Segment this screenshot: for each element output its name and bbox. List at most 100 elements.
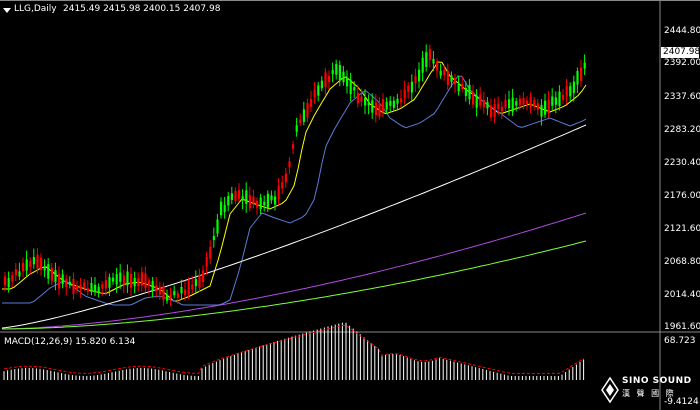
candlestick <box>565 78 568 105</box>
candlestick <box>342 65 345 86</box>
candlestick <box>310 90 313 113</box>
candle-body <box>396 98 399 104</box>
candlestick <box>418 62 421 89</box>
candle-body <box>86 288 89 292</box>
candle-body <box>428 48 431 60</box>
candle-body <box>137 278 140 287</box>
candle-body <box>266 193 269 209</box>
candlestick <box>22 257 25 278</box>
candlestick <box>281 175 284 194</box>
candle-body <box>569 86 572 97</box>
price-axis-label: 2014.40 <box>664 290 700 300</box>
candle-body <box>43 266 46 271</box>
candle-body <box>392 100 395 108</box>
candlestick <box>248 186 251 212</box>
symbol-dropdown-icon[interactable] <box>3 8 11 13</box>
candle-body <box>32 257 35 265</box>
price-axis-label: 2337.60 <box>664 92 700 102</box>
candlestick <box>576 67 579 94</box>
candle-body <box>529 96 532 108</box>
candlestick <box>346 70 349 94</box>
candlestick <box>108 273 111 297</box>
candle-body <box>202 270 205 283</box>
candle-body <box>457 84 460 92</box>
candlestick <box>508 90 511 116</box>
candlestick <box>144 266 147 293</box>
candle-body <box>166 294 169 301</box>
candlestick <box>533 96 536 111</box>
candlestick <box>414 68 417 92</box>
candle-body <box>122 275 125 285</box>
candle-body <box>356 93 359 104</box>
candle-body <box>551 96 554 106</box>
candle-body <box>212 236 215 241</box>
candle-body <box>403 89 406 99</box>
candle-body <box>472 91 475 105</box>
candle-body <box>194 278 197 287</box>
candlestick <box>479 86 482 109</box>
candle-body <box>565 85 568 97</box>
candlestick <box>43 259 46 278</box>
trading-chart[interactable]: LLG,Daily 2415.49 2415.98 2400.15 2407.9… <box>0 0 700 410</box>
candle-body <box>385 101 388 110</box>
candle-body <box>130 273 133 288</box>
candle-body <box>320 80 323 89</box>
candle-body <box>133 277 136 287</box>
candle-body <box>270 195 273 201</box>
candle-body <box>220 201 223 216</box>
candlestick <box>58 266 61 296</box>
candle-body <box>252 196 255 204</box>
candle-body <box>522 97 525 105</box>
candle-body <box>18 271 21 277</box>
candle-body <box>256 200 259 208</box>
candle-body <box>104 279 107 289</box>
candlestick <box>65 274 68 296</box>
candle-body <box>374 102 377 116</box>
candle-body <box>227 196 230 206</box>
candle-body <box>526 100 529 105</box>
candle-body <box>76 285 79 290</box>
candlestick <box>169 287 172 307</box>
candle-body <box>223 204 226 212</box>
candle-body <box>173 290 176 296</box>
candlestick <box>349 72 352 102</box>
candlestick <box>76 280 79 294</box>
candle-body <box>317 85 320 96</box>
candle-body <box>583 62 586 69</box>
candlesticks <box>4 44 586 307</box>
ohlc-readout: 2415.49 2415.98 2400.15 2407.98 <box>63 4 221 14</box>
candlestick <box>227 192 230 212</box>
candlestick <box>569 82 572 101</box>
candle-body <box>65 279 68 287</box>
candle-body <box>331 69 334 75</box>
candlestick <box>360 88 363 107</box>
candlestick <box>392 96 395 112</box>
candle-body <box>518 98 521 106</box>
candle-body <box>112 277 115 282</box>
candle-body <box>205 256 208 267</box>
candle-body <box>554 97 557 105</box>
candle-body <box>475 95 478 108</box>
candle-body <box>115 274 118 285</box>
candlestick <box>529 92 532 114</box>
candlestick <box>4 272 7 292</box>
candle-body <box>277 185 280 200</box>
candle-body <box>36 254 39 269</box>
candle-body <box>72 278 75 294</box>
candle-body <box>209 246 212 259</box>
candle-body <box>364 97 367 106</box>
candlestick <box>364 89 367 115</box>
candlestick <box>155 276 158 298</box>
candlestick <box>263 195 266 212</box>
candlestick <box>292 141 295 155</box>
candle-body <box>54 270 57 283</box>
candle-body <box>50 267 53 281</box>
price-axis-label: 2068.80 <box>664 257 700 267</box>
chart-canvas[interactable] <box>0 0 700 410</box>
candlestick <box>252 189 255 209</box>
candle-body <box>302 109 305 122</box>
candlestick <box>468 78 471 105</box>
candlestick <box>500 101 503 119</box>
candlestick <box>47 258 50 285</box>
candlestick <box>104 271 107 296</box>
